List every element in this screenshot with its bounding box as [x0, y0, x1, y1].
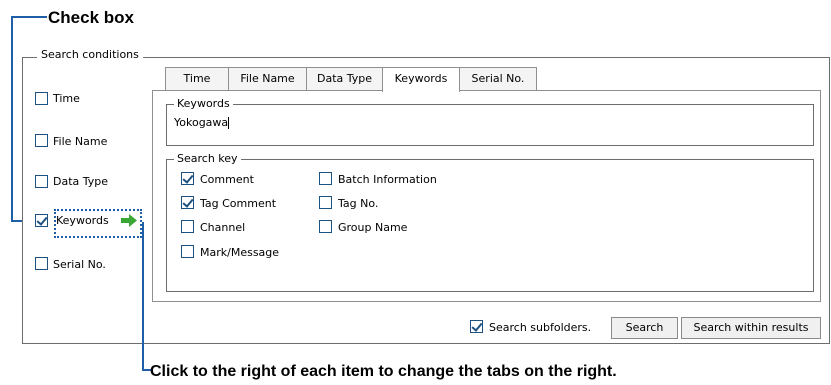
- time-condition-label[interactable]: Time: [53, 92, 80, 105]
- data-type-condition-label[interactable]: Data Type: [53, 175, 108, 188]
- tab-file-name[interactable]: File Name: [228, 67, 307, 91]
- batch-information-checkbox[interactable]: [319, 172, 332, 185]
- search-within-results-button[interactable]: Search within results: [681, 317, 821, 339]
- tab-time[interactable]: Time: [165, 67, 229, 91]
- search-subfolders-checkbox[interactable]: [470, 320, 483, 333]
- mark-message-checkbox[interactable]: [181, 245, 194, 258]
- search-key-label: Search key: [174, 152, 241, 165]
- keywords-selection-highlight: [54, 209, 142, 238]
- search-conditions-title: Search conditions: [37, 48, 143, 61]
- serial-no-condition-label[interactable]: Serial No.: [53, 258, 106, 271]
- channel-label[interactable]: Channel: [200, 221, 245, 234]
- data-type-checkbox[interactable]: [35, 175, 48, 188]
- keywords-checkbox[interactable]: [35, 214, 48, 227]
- search-subfolders-label[interactable]: Search subfolders.: [489, 321, 591, 334]
- callout-line: [11, 16, 47, 18]
- search-key-groupbox: [166, 159, 814, 292]
- tab-data-type[interactable]: Data Type: [306, 67, 383, 91]
- search-button[interactable]: Search: [611, 317, 678, 339]
- serial-no-checkbox[interactable]: [35, 257, 48, 270]
- tab-keywords[interactable]: Keywords: [382, 67, 460, 92]
- callout-line: [142, 222, 144, 371]
- file-name-condition-label[interactable]: File Name: [53, 135, 107, 148]
- channel-checkbox[interactable]: [181, 220, 194, 233]
- text-cursor: [228, 117, 230, 129]
- check-box-callout-label: Check box: [48, 8, 134, 27]
- comment-checkbox[interactable]: [181, 172, 194, 185]
- time-checkbox[interactable]: [35, 92, 48, 105]
- tag-comment-checkbox[interactable]: [181, 196, 194, 209]
- bottom-callout-label: Click to the right of each item to chang…: [150, 363, 617, 380]
- tag-no-label[interactable]: Tag No.: [338, 197, 378, 210]
- keywords-field-label: Keywords: [174, 97, 233, 110]
- keywords-input-value: Yokogawa: [174, 116, 229, 129]
- tab-serial-no[interactable]: Serial No.: [459, 67, 537, 91]
- tag-comment-label[interactable]: Tag Comment: [200, 197, 276, 210]
- callout-line: [11, 16, 13, 222]
- mark-message-label[interactable]: Mark/Message: [200, 246, 279, 259]
- keywords-input[interactable]: Yokogawa: [174, 116, 804, 132]
- file-name-checkbox[interactable]: [35, 134, 48, 147]
- group-name-label[interactable]: Group Name: [338, 221, 407, 234]
- tag-no-checkbox[interactable]: [319, 196, 332, 209]
- batch-information-label[interactable]: Batch Information: [338, 173, 437, 186]
- group-name-checkbox[interactable]: [319, 220, 332, 233]
- comment-label[interactable]: Comment: [200, 173, 254, 186]
